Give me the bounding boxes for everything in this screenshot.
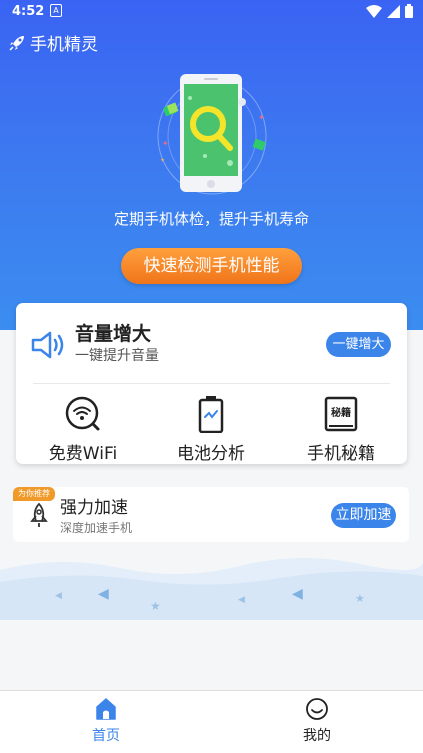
wifi-icon xyxy=(65,396,100,431)
app-title: 手机精灵 xyxy=(30,35,98,55)
tool-label: 电池分析 xyxy=(177,444,245,464)
bottom-nav: 首页 我的 xyxy=(0,690,423,753)
tools-card: 音量增大 一键提升音量 一键增大 免费WiFi 电池分析 秘籍 手机秘籍 xyxy=(16,303,407,464)
tab-mine[interactable]: 我的 xyxy=(277,697,357,745)
rocket-icon xyxy=(9,35,24,51)
volume-subtitle: 一键提升音量 xyxy=(75,348,159,364)
notification-icon: A xyxy=(50,4,62,17)
quick-detect-button[interactable]: 快速检测手机性能 xyxy=(121,248,302,284)
speedup-button[interactable]: 立即加速 xyxy=(331,503,396,528)
tool-phone-tips[interactable]: 秘籍 手机秘籍 xyxy=(286,395,396,464)
svg-text:✦: ✦ xyxy=(162,139,169,148)
recommend-tag: 为你推荐 xyxy=(13,487,55,501)
tool-label: 手机秘籍 xyxy=(307,444,375,464)
rocket-outline-icon xyxy=(30,502,48,527)
battery-icon xyxy=(198,396,224,433)
status-icons xyxy=(366,4,413,18)
battery-status-icon xyxy=(405,4,413,18)
wave-decoration: ◀ ◀ ★ ◀ ◀ ★ xyxy=(0,557,423,620)
book-icon: 秘籍 xyxy=(324,396,358,432)
home-icon xyxy=(96,698,116,720)
tool-free-wifi[interactable]: 免费WiFi xyxy=(28,395,138,464)
speedup-title: 强力加速 xyxy=(60,498,128,518)
tool-label: 免费WiFi xyxy=(48,444,118,464)
svg-text:◀: ◀ xyxy=(98,586,109,602)
tool-battery-analysis[interactable]: 电池分析 xyxy=(156,395,266,464)
status-time: 4:52 xyxy=(12,4,45,19)
hero-slogan: 定期手机体检，提升手机寿命 xyxy=(113,210,309,228)
svg-text:◀: ◀ xyxy=(292,586,303,602)
cell-signal-icon xyxy=(387,4,400,18)
smiley-user-icon xyxy=(306,698,328,720)
app-bar: 手机精灵 xyxy=(8,30,98,55)
volume-title: 音量增大 xyxy=(75,323,152,345)
svg-text:★: ★ xyxy=(150,599,161,613)
status-bar: 4:52 A xyxy=(0,0,423,24)
speedup-subtitle: 深度加速手机 xyxy=(60,521,133,535)
tab-home-label: 首页 xyxy=(92,728,120,744)
book-icon-text: 秘籍 xyxy=(331,406,351,419)
phone-checkup-illustration: ✦ ✦ ✦ xyxy=(157,74,267,195)
speaker-icon xyxy=(31,331,64,359)
wifi-signal-icon xyxy=(366,4,382,18)
tab-mine-label: 我的 xyxy=(303,728,331,744)
volume-boost-button[interactable]: 一键增大 xyxy=(326,332,391,357)
svg-text:✦: ✦ xyxy=(258,113,265,122)
svg-text:◀: ◀ xyxy=(55,591,62,601)
speedup-card[interactable]: 为你推荐 强力加速 深度加速手机 立即加速 xyxy=(13,487,409,542)
svg-text:◀: ◀ xyxy=(238,595,245,605)
svg-text:✦: ✦ xyxy=(160,157,165,164)
divider xyxy=(33,383,390,384)
hero-banner: 4:52 A 手机精灵 ✦ ✦ ✦ 定期手机体检，提升手机寿命 快速检测手机性能 xyxy=(0,0,423,330)
svg-text:★: ★ xyxy=(355,592,365,605)
tab-home[interactable]: 首页 xyxy=(66,697,146,745)
